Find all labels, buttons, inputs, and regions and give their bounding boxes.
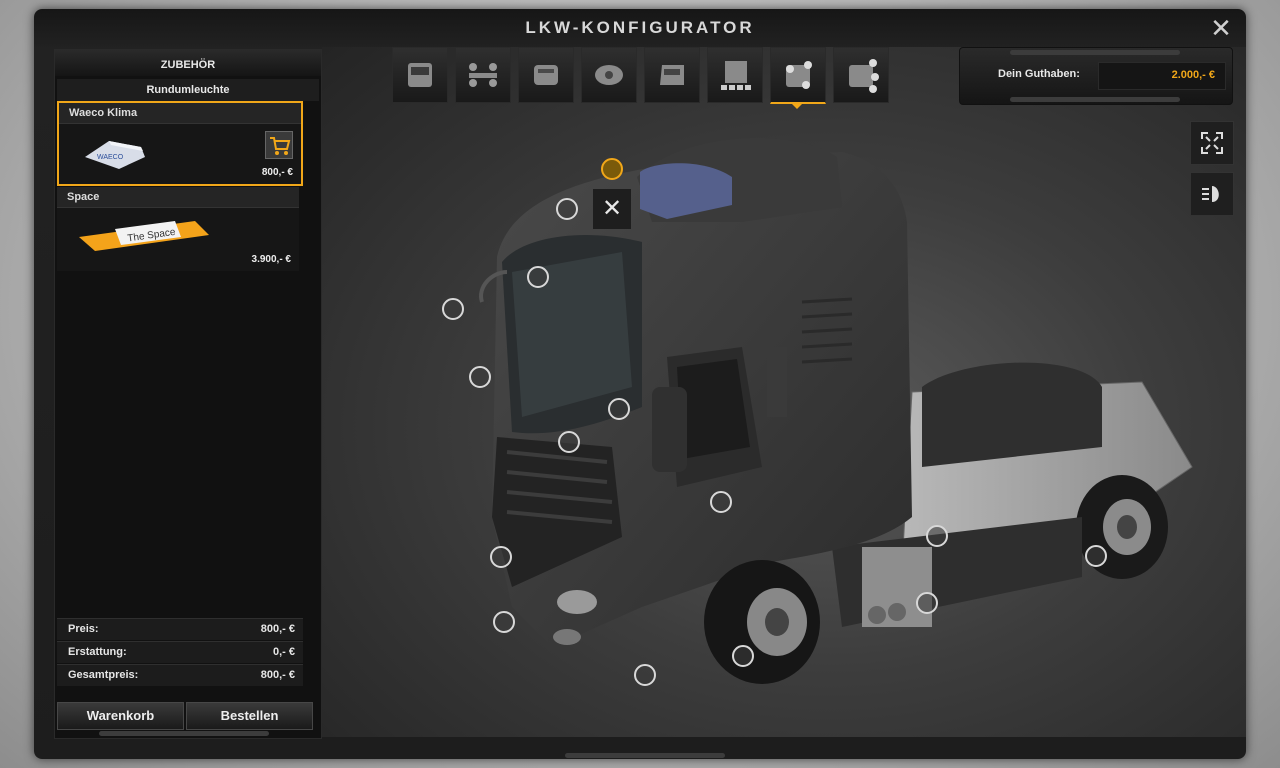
hotspot-bumper[interactable] — [493, 611, 515, 633]
price-value: 800,- € — [260, 623, 295, 635]
light-bar-image: The Space — [79, 221, 209, 251]
tool-lights-button[interactable] — [833, 47, 889, 103]
handle — [99, 731, 269, 736]
balance-label: Dein Guthaben: — [998, 68, 1080, 80]
accessory-item-space[interactable]: Space The Space 3.900,- € — [57, 187, 299, 271]
category-label: Rundumleuchte — [57, 79, 319, 101]
hotspot-grille-top[interactable] — [558, 431, 580, 453]
truck-image — [479, 138, 1193, 684]
body-icon — [721, 61, 751, 90]
tool-cab-button[interactable] — [392, 47, 448, 103]
price-label: Preis: — [68, 623, 99, 635]
cart-icon — [270, 137, 291, 155]
total-label: Gesamtpreis: — [68, 669, 139, 681]
item-name: Waeco Klima — [59, 103, 301, 124]
order-button[interactable]: Bestellen — [186, 702, 313, 730]
remove-accessory-button[interactable]: ✕ — [593, 189, 631, 229]
hotspot-side-skirt[interactable] — [710, 491, 732, 513]
fullscreen-icon — [1201, 132, 1223, 154]
handle — [1010, 50, 1180, 55]
tool-body-button[interactable] — [707, 47, 763, 103]
tool-engine-button[interactable] — [518, 47, 574, 103]
item-price: 800,- € — [261, 167, 293, 178]
hotspot-roof-accessory[interactable] — [601, 158, 623, 180]
balance-field: 2.000,- € — [1098, 62, 1226, 90]
aircon-image: WAECO — [85, 141, 145, 169]
refund-row: Erstattung: 0,- € — [57, 641, 303, 663]
hotspot-front-wheel[interactable] — [732, 645, 754, 667]
transmission-icon — [595, 65, 623, 85]
price-row: Preis: 800,- € — [57, 618, 303, 640]
fullscreen-button[interactable] — [1190, 121, 1234, 165]
tool-transmission-button[interactable] — [581, 47, 637, 103]
chassis-icon — [469, 63, 497, 87]
cab-icon — [408, 63, 432, 87]
item-name: Space — [57, 187, 299, 208]
refund-value: 0,- € — [272, 646, 295, 658]
close-icon[interactable]: ✕ — [1210, 15, 1232, 41]
hotspot-exhaust[interactable] — [916, 592, 938, 614]
balance-box: Dein Guthaben: 2.000,- € — [959, 47, 1233, 105]
tool-chassis-button[interactable] — [455, 47, 511, 103]
handle — [1010, 97, 1180, 102]
hotspot-sunvisor[interactable] — [527, 266, 549, 288]
accessory-item-waeco[interactable]: Waeco Klima WAECO 800,- € — [57, 101, 303, 186]
truck-viewport[interactable] — [322, 47, 1246, 737]
hotspot-side-mirror[interactable] — [608, 398, 630, 420]
headlight-icon — [1202, 186, 1219, 202]
accessory-panel: ZUBEHÖR Rundumleuchte Waeco Klima WAECO … — [54, 49, 322, 739]
engine-icon — [534, 65, 558, 85]
item-price: 3.900,- € — [251, 254, 291, 265]
cart-button[interactable]: Warenkorb — [57, 702, 184, 730]
panel-header: ZUBEHÖR — [55, 50, 321, 76]
item-image-logo: WAECO — [97, 154, 124, 161]
total-value: 800,- € — [260, 669, 295, 681]
active-tool-indicator — [791, 103, 803, 109]
headlight-toggle-button[interactable] — [1190, 172, 1234, 216]
lights-icon — [849, 59, 879, 93]
tool-accessories-button[interactable] — [770, 47, 826, 104]
hotspot-mirror[interactable] — [442, 298, 464, 320]
add-to-cart-button[interactable] — [265, 131, 293, 159]
refund-label: Erstattung: — [68, 646, 127, 658]
hotspot-roof-light[interactable] — [556, 198, 578, 220]
hotspot-rear-wheel[interactable] — [1085, 545, 1107, 567]
window-title: LKW-KONFIGURATOR — [525, 18, 755, 37]
accessories-icon — [786, 61, 812, 89]
tool-interior-button[interactable] — [644, 47, 700, 103]
hotspot-chassis[interactable] — [926, 525, 948, 547]
hotspot-grille[interactable] — [490, 546, 512, 568]
hotspot-windshield[interactable] — [469, 366, 491, 388]
interior-icon — [660, 65, 684, 85]
hotspot-step[interactable] — [634, 664, 656, 686]
window-bottom-handle — [565, 753, 725, 758]
configurator-window: LKW-KONFIGURATOR ✕ ✕ Dein Guthaben: 2.00… — [34, 9, 1246, 759]
balance-value: 2.000,- € — [1171, 69, 1215, 81]
total-row: Gesamtpreis: 800,- € — [57, 664, 303, 686]
